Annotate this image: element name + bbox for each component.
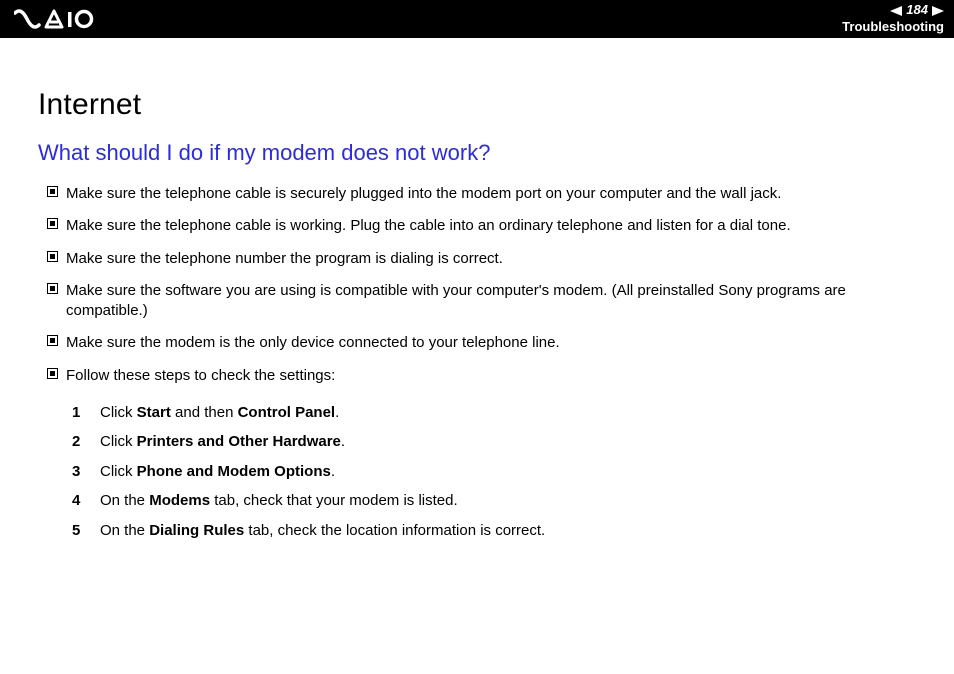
bullet-text: Make sure the modem is the only device c… — [66, 333, 916, 353]
bullet-list: Make sure the telephone cable is securel… — [38, 180, 916, 394]
step-number: 4 — [72, 491, 100, 511]
section-label: Troubleshooting — [842, 19, 944, 36]
step-number: 5 — [72, 521, 100, 541]
list-item: Make sure the telephone cable is working… — [38, 212, 916, 244]
content-area: Internet What should I do if my modem do… — [0, 38, 954, 545]
step-text: Click Phone and Modem Options. — [100, 462, 916, 482]
step-number: 1 — [72, 403, 100, 423]
bullet-icon — [38, 333, 66, 346]
header-right: 184 Troubleshooting — [842, 2, 944, 36]
prev-page-icon[interactable] — [890, 6, 902, 16]
next-page-icon[interactable] — [932, 6, 944, 16]
list-item: Make sure the software you are using is … — [38, 277, 916, 330]
page-title: Internet — [38, 88, 916, 122]
step-text: Click Printers and Other Hardware. — [100, 432, 916, 452]
step-item: 5 On the Dialing Rules tab, check the lo… — [38, 516, 916, 546]
bullet-icon — [38, 366, 66, 379]
page-navigation: 184 — [842, 2, 944, 19]
list-item: Make sure the telephone number the progr… — [38, 245, 916, 277]
list-item: Make sure the telephone cable is securel… — [38, 180, 916, 212]
bullet-text: Make sure the telephone cable is working… — [66, 216, 916, 236]
step-item: 2 Click Printers and Other Hardware. — [38, 427, 916, 457]
bullet-text: Make sure the software you are using is … — [66, 281, 916, 322]
header-bar: 184 Troubleshooting — [0, 0, 954, 38]
step-number: 3 — [72, 462, 100, 482]
vaio-logo — [14, 8, 124, 30]
bullet-icon — [38, 249, 66, 262]
step-text: On the Dialing Rules tab, check the loca… — [100, 521, 916, 541]
page-number: 184 — [906, 2, 928, 19]
steps-list: 1 Click Start and then Control Panel. 2 … — [38, 398, 916, 546]
step-text: Click Start and then Control Panel. — [100, 403, 916, 423]
step-item: 1 Click Start and then Control Panel. — [38, 398, 916, 428]
bullet-text: Make sure the telephone number the progr… — [66, 249, 916, 269]
list-item: Follow these steps to check the settings… — [38, 362, 916, 394]
step-item: 3 Click Phone and Modem Options. — [38, 457, 916, 487]
step-item: 4 On the Modems tab, check that your mod… — [38, 486, 916, 516]
step-number: 2 — [72, 432, 100, 452]
bullet-text: Make sure the telephone cable is securel… — [66, 184, 916, 204]
list-item: Make sure the modem is the only device c… — [38, 329, 916, 361]
bullet-icon — [38, 184, 66, 197]
step-text: On the Modems tab, check that your modem… — [100, 491, 916, 511]
question-heading: What should I do if my modem does not wo… — [38, 140, 916, 166]
bullet-text: Follow these steps to check the settings… — [66, 366, 916, 386]
bullet-icon — [38, 216, 66, 229]
bullet-icon — [38, 281, 66, 294]
